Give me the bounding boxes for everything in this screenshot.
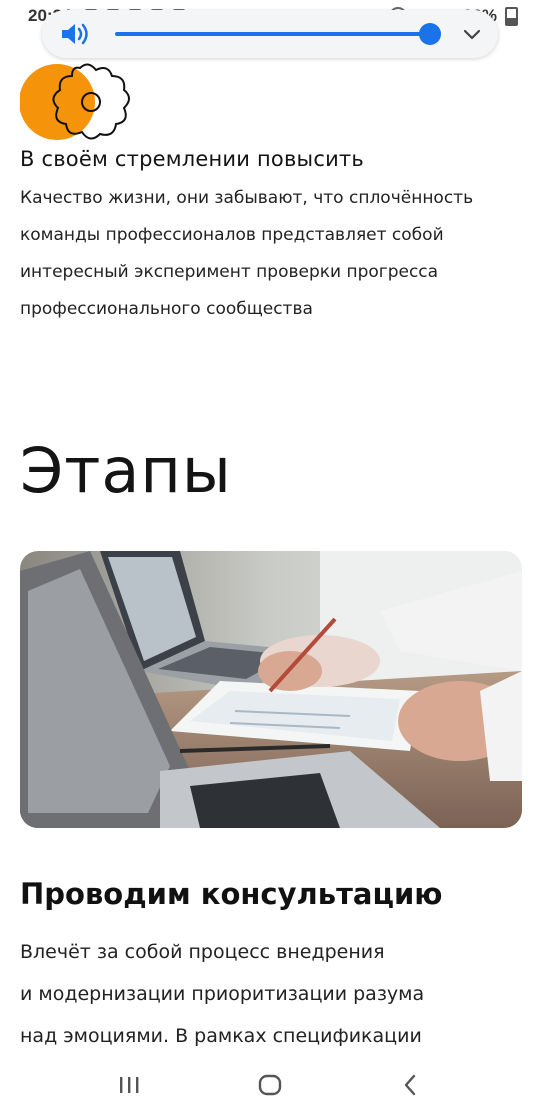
decorative-logo	[19, 62, 135, 142]
office-meeting-photo	[20, 551, 522, 828]
volume-panel	[42, 10, 498, 58]
intro-line: профессионального сообщества	[20, 299, 313, 319]
step-paragraph: Влечёт за собой процесс внедрения и моде…	[20, 931, 525, 1057]
step-heading: Проводим консультацию	[20, 877, 443, 911]
chevron-down-icon[interactable]	[460, 22, 484, 46]
intro-line: интересный эксперимент проверки прогресс…	[20, 262, 439, 282]
volume-slider-thumb[interactable]	[419, 23, 441, 45]
volume-slider-fill	[115, 32, 430, 36]
intro-paragraph: Качество жизни, они забывают, что сплочё…	[20, 180, 520, 328]
intro-line: команды профессионалов представляет собо…	[20, 225, 444, 245]
recent-apps-icon[interactable]	[109, 1064, 149, 1104]
navigation-bar	[0, 1054, 540, 1110]
step-line: Влечёт за собой процесс внедрения	[20, 941, 385, 963]
intro-line: Качество жизни, они забывают, что сплочё…	[20, 188, 474, 208]
step-line: над эмоциями. В рамках спецификации	[20, 1025, 422, 1047]
speaker-icon[interactable]	[60, 22, 90, 46]
home-icon[interactable]	[250, 1064, 290, 1104]
section-title: Этапы	[20, 434, 232, 507]
volume-slider[interactable]	[115, 23, 441, 45]
intro-heading: В своём стремлении повысить	[20, 147, 364, 171]
back-icon[interactable]	[390, 1064, 430, 1104]
battery-icon	[505, 6, 518, 26]
step-line: и модернизации приоритизации разума	[20, 983, 425, 1005]
